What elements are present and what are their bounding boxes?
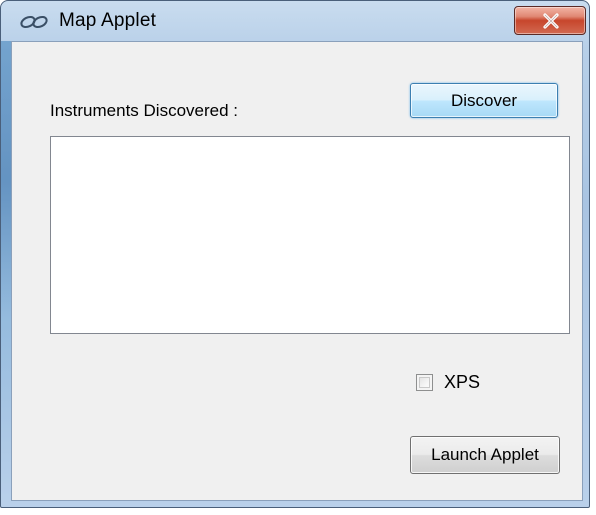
link-chain-icon	[19, 13, 49, 31]
client-area: Instruments Discovered : Discover XPS La…	[11, 41, 583, 501]
window-title: Map Applet	[59, 10, 157, 31]
xps-checkbox-label[interactable]: XPS	[444, 372, 480, 393]
xps-checkbox[interactable]	[416, 374, 433, 391]
window-frame: Map Applet Instruments Discovered : Disc…	[0, 0, 590, 508]
map-applet-window: Map Applet Instruments Discovered : Disc…	[0, 0, 596, 515]
title-bar[interactable]: Map Applet	[1, 1, 589, 41]
discover-button[interactable]: Discover	[410, 83, 558, 118]
launch-applet-button[interactable]: Launch Applet	[410, 436, 560, 474]
instruments-listbox[interactable]	[50, 136, 570, 334]
close-icon	[543, 13, 559, 29]
instruments-discovered-label: Instruments Discovered :	[50, 101, 239, 120]
close-button[interactable]	[514, 6, 586, 35]
